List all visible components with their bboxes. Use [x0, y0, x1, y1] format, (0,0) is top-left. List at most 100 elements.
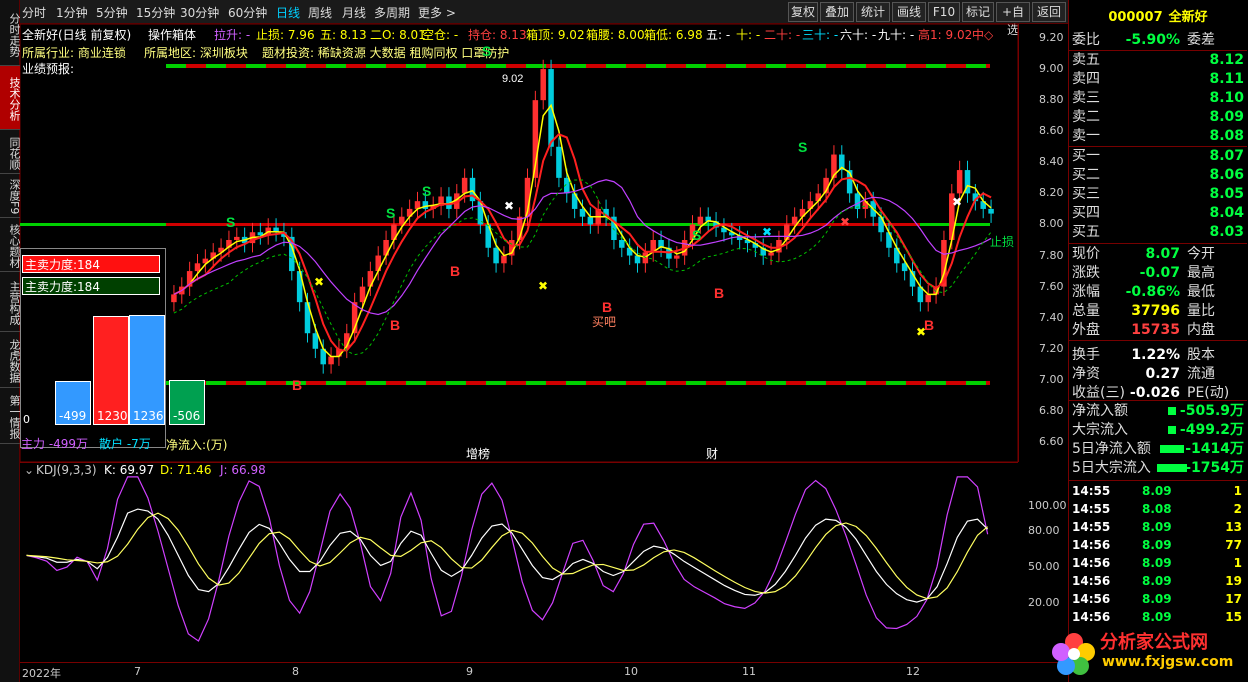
candle-body [328, 356, 334, 365]
flow-bar [1168, 426, 1176, 434]
time-tick: 7 [134, 665, 141, 678]
weibi: 委比 -5.90% 委差 [1072, 31, 1246, 50]
quote-header: 000007 全新好 [1069, 6, 1247, 25]
fund-flow-panel: 主卖力度:184 主卖力度:184 -499 1230 1236 -506 0 主力 … [20, 248, 205, 451]
candle-body [171, 294, 177, 303]
divider [1069, 400, 1247, 401]
timeframe-tab-10[interactable]: 更多 > [418, 4, 456, 21]
cross-marker: ✖ [916, 325, 926, 339]
vtab-3[interactable]: 深度F9 [0, 174, 21, 218]
tick-row: 14:56 8.09 19 [1072, 572, 1246, 590]
price-tick: 7.80 [1039, 248, 1064, 262]
time-tick: 12 [906, 665, 920, 678]
fund-legend-sell2: 主卖力度:184 [22, 277, 160, 295]
ask-row-label: 卖一 [1072, 128, 1100, 144]
tick-row: 14:55 8.08 2 [1072, 500, 1246, 518]
toolbar-button-0[interactable]: 复权 [788, 2, 818, 22]
timeframe-tab-4[interactable]: 30分钟 [180, 4, 219, 21]
tick-time: 14:56 [1072, 574, 1111, 588]
vtab-7[interactable]: 第一情报 [0, 388, 21, 444]
candle-body [925, 294, 931, 303]
logo-text: 分析家公式网 [1100, 632, 1208, 653]
signal-b: B [292, 377, 302, 393]
vtab-5[interactable]: 主营构成 [0, 272, 21, 332]
candle-body [768, 252, 774, 256]
toolbar-button-3[interactable]: 画线 [892, 2, 926, 22]
weibi-label2: 委差 [1187, 32, 1215, 48]
stat-row-label2: 流通 [1187, 366, 1215, 382]
stat-row-label2: 最低 [1187, 284, 1215, 300]
toolbar-button-1[interactable]: 叠加 [820, 2, 854, 22]
vtab-6[interactable]: 龙虎数据 [0, 332, 21, 388]
bid-row: 买五 8.03 [1072, 223, 1246, 242]
timeframe-tab-8[interactable]: 月线 [342, 4, 366, 21]
price-tick: 8.60 [1039, 124, 1064, 138]
flow-row: 5日净流入额 -1414万 [1072, 440, 1246, 459]
vertical-tab-bar: 分时走势 技术分析 同花顺 深度F9 核心题材 主营构成 龙虎数据 第一情报 [0, 0, 21, 682]
timeframe-tab-3[interactable]: 15分钟 [136, 4, 175, 21]
tick-volume: 17 [1225, 592, 1242, 606]
timeframe-tab-9[interactable]: 多周期 [374, 4, 410, 21]
ask-row-value: 8.12 [1209, 52, 1244, 68]
stat-row: 涨幅 -0.86% 最低 [1072, 283, 1246, 302]
vtab-2[interactable]: 同花顺 [0, 130, 21, 174]
kdj-k: K: 69.97 [104, 463, 155, 477]
ask-row: 卖五 8.12 [1072, 51, 1246, 70]
toolbar-button-5[interactable]: 标记 [962, 2, 994, 22]
toolbar-button-2[interactable]: 统计 [856, 2, 890, 22]
tick-row: 14:56 8.09 17 [1072, 590, 1246, 608]
stat-row: 换手 1.22% 股本 [1072, 346, 1246, 365]
signal-s: S [422, 183, 431, 199]
time-tick: 11 [742, 665, 756, 678]
collapse-icon[interactable]: ⌄ [24, 463, 34, 477]
finance-label[interactable]: 财 [706, 447, 718, 461]
bid-row-value: 8.04 [1209, 205, 1244, 221]
signal-b: B [390, 317, 400, 333]
weibi-label: 委比 [1072, 32, 1100, 48]
vtab-0[interactable]: 分时走势 [0, 2, 21, 66]
kdj-chart[interactable] [20, 462, 1018, 662]
bid-row-value: 8.05 [1209, 186, 1244, 202]
stat-row: 净资 0.27 流通 [1072, 365, 1246, 384]
tick-price: 8.08 [1142, 502, 1172, 516]
flow-row: 大宗流入 -499.2万 [1072, 421, 1246, 440]
timeframe-tab-6[interactable]: 日线 [276, 4, 300, 21]
vtab-4[interactable]: 核心题材 [0, 218, 21, 272]
flow-value: -505.9万 [1179, 403, 1244, 419]
toolbar-button-4[interactable]: F10 [928, 2, 960, 22]
price-tick: 7.60 [1039, 279, 1064, 293]
ask-row-value: 8.08 [1209, 128, 1244, 144]
kdj-name[interactable]: KDJ(9,3,3) [36, 463, 97, 477]
bid-row-label: 买三 [1072, 186, 1100, 202]
time-axis: 2022年 7 8 9 10 11 12 [20, 662, 1068, 682]
tick-time: 14:55 [1072, 520, 1111, 534]
tick-row: 14:55 8.09 13 [1072, 518, 1246, 536]
timeframe-tab-1[interactable]: 1分钟 [56, 4, 88, 21]
stat-row-label2: 最高 [1187, 265, 1215, 281]
ask-row-value: 8.10 [1209, 90, 1244, 106]
event-label[interactable]: 增榜 [466, 446, 490, 461]
timeframe-tab-5[interactable]: 60分钟 [228, 4, 267, 21]
tick-price: 8.09 [1142, 556, 1172, 570]
candles [171, 59, 994, 374]
stat-row-label: 涨幅 [1072, 284, 1100, 300]
price-tick: 8.00 [1039, 217, 1064, 231]
candle-body [493, 247, 499, 264]
timeframe-tab-0[interactable]: 分时 [22, 4, 46, 21]
timeframe-tab-7[interactable]: 周线 [308, 4, 332, 21]
tick-volume: 2 [1233, 502, 1242, 516]
tick-row: 14:56 8.09 1 [1072, 554, 1246, 572]
candle-body [587, 216, 594, 225]
stat-row-label: 总量 [1072, 303, 1100, 319]
candle-body [194, 263, 201, 272]
signal-b: B [450, 263, 460, 279]
tick-row: 14:55 8.09 1 [1072, 482, 1246, 500]
stat-row-label: 净资 [1072, 366, 1100, 382]
toolbar-button-7[interactable]: 返回 [1032, 2, 1066, 22]
candle-body [312, 333, 319, 349]
vtab-1[interactable]: 技术分析 [0, 66, 21, 130]
flow-value: -499.2万 [1179, 422, 1244, 438]
timeframe-tab-2[interactable]: 5分钟 [96, 4, 128, 21]
fund-bar-label: 1230 [97, 409, 128, 423]
toolbar-button-6[interactable]: +自选 [996, 2, 1030, 37]
